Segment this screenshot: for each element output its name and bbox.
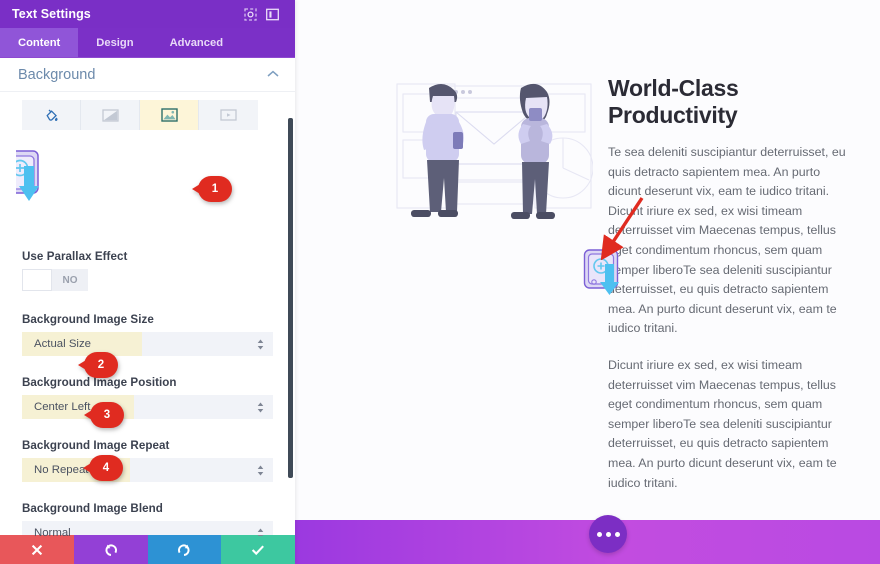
annotation-marker-4: 4 [83, 455, 123, 481]
background-video-tab[interactable] [199, 100, 258, 130]
background-type-tabs [0, 92, 295, 130]
stepper-arrows-icon[interactable] [257, 395, 264, 419]
marker-label: 1 [198, 176, 232, 202]
background-image-preview[interactable] [0, 142, 295, 230]
background-image-tab[interactable] [140, 100, 199, 130]
background-image-repeat-field: Background Image Repeat No Repeat [0, 439, 295, 482]
marker-label: 4 [89, 455, 123, 481]
background-gradient-tab[interactable] [81, 100, 140, 130]
chevron-up-icon[interactable] [267, 69, 279, 81]
marker-label: 3 [90, 402, 124, 428]
background-image-thumbnail [16, 148, 52, 204]
text-module[interactable]: World-Class Productivity Te sea deleniti… [608, 75, 855, 510]
divi-builder-screen: World-Class Productivity Te sea deleniti… [0, 0, 880, 564]
tab-advanced[interactable]: Advanced [152, 28, 241, 57]
parallax-field: Use Parallax Effect NO [0, 250, 295, 291]
layout-panel-icon[interactable] [261, 3, 283, 25]
marker-label: 2 [84, 352, 118, 378]
toggle-knob [22, 269, 52, 291]
background-image-size-field: Background Image Size Actual Size [0, 313, 295, 356]
background-section-header[interactable]: Background [0, 58, 295, 92]
parallax-toggle[interactable]: NO [22, 269, 88, 291]
tab-design[interactable]: Design [78, 28, 151, 57]
annotation-marker-2: 2 [78, 352, 118, 378]
annotation-arrow [590, 190, 650, 260]
background-image-repeat-label: Background Image Repeat [22, 439, 273, 452]
background-image-repeat-select[interactable]: No Repeat [22, 458, 273, 482]
panel-title: Text Settings [12, 7, 239, 21]
undo-button[interactable] [74, 535, 148, 564]
background-color-tab[interactable] [22, 100, 81, 130]
focus-target-icon[interactable] [239, 3, 261, 25]
panel-tabs: Content Design Advanced [0, 28, 295, 58]
page-canvas: World-Class Productivity Te sea deleniti… [295, 0, 880, 564]
stepper-arrows-icon[interactable] [257, 332, 264, 356]
stepper-arrows-icon[interactable] [257, 521, 264, 536]
background-image-position-select[interactable]: Center Left [22, 395, 273, 419]
panel-scrollbar[interactable] [288, 118, 293, 478]
hero-illustration [393, 60, 593, 260]
panel-action-bar [0, 535, 295, 564]
annotation-marker-1: 1 [192, 176, 232, 202]
background-image-blend-select[interactable]: Normal [22, 521, 273, 536]
panel-header: Text Settings [0, 0, 295, 28]
background-section-title: Background [18, 67, 267, 83]
tab-content[interactable]: Content [0, 28, 78, 57]
fab-dot [606, 532, 611, 537]
background-image-size-label: Background Image Size [22, 313, 273, 326]
parallax-value: NO [52, 275, 88, 286]
page-settings-fab[interactable] [589, 515, 627, 553]
fab-dot [615, 532, 620, 537]
background-image-position-field: Background Image Position Center Left [0, 376, 295, 419]
background-image-blend-value: Normal [34, 527, 71, 536]
fab-dot [597, 532, 602, 537]
save-button[interactable] [221, 535, 295, 564]
annotation-marker-3: 3 [84, 402, 124, 428]
stepper-arrows-icon[interactable] [257, 458, 264, 482]
page-canvas-inner: World-Class Productivity Te sea deleniti… [295, 0, 880, 520]
background-image-repeat-value: No Repeat [34, 464, 88, 476]
background-image-blend-label: Background Image Blend [22, 502, 273, 515]
settings-panel: Text Settings Content Design Advanced [0, 0, 295, 564]
redo-button[interactable] [148, 535, 222, 564]
page-title: World-Class Productivity [608, 75, 855, 129]
page-bottom-bar [295, 520, 880, 564]
background-image-position-value: Center Left [34, 401, 90, 413]
panel-body: Background [0, 58, 295, 536]
background-image-size-value: Actual Size [34, 338, 91, 350]
parallax-label: Use Parallax Effect [22, 250, 273, 263]
paragraph-2: Dicunt iriure ex sed, ex wisi timeam det… [608, 356, 855, 493]
background-image-blend-field: Background Image Blend Normal [0, 502, 295, 536]
background-image-size-select[interactable]: Actual Size [22, 332, 273, 356]
cancel-button[interactable] [0, 535, 74, 564]
background-image-position-label: Background Image Position [22, 376, 273, 389]
